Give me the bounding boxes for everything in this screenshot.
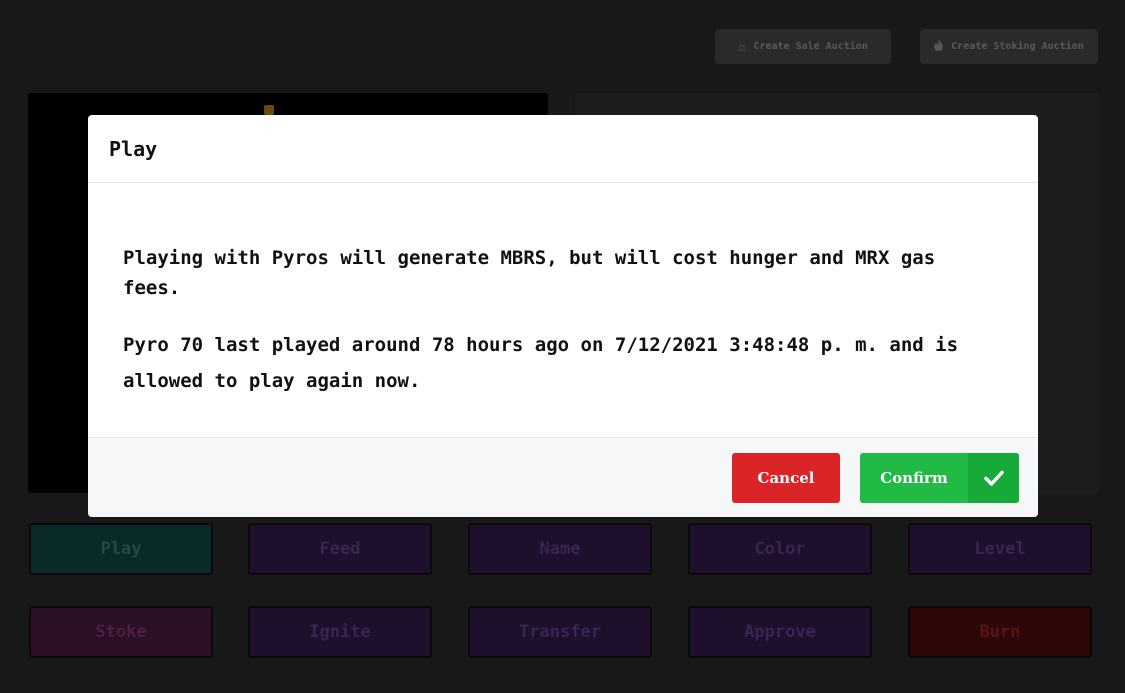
last-played-info: Pyro 70 last played around 78 hours ago … [123, 334, 959, 392]
play-modal: Play Playing with Pyros will generate MB… [88, 115, 1038, 517]
checkmark-icon [968, 453, 1019, 503]
confirm-label: Confirm [880, 469, 948, 487]
play-description: Playing with Pyros will generate MBRS, b… [123, 247, 936, 299]
cancel-button[interactable]: Cancel [732, 453, 840, 503]
modal-content: Playing with Pyros will generate MBRS, b… [88, 183, 1038, 437]
modal-title: Play [88, 115, 1038, 183]
modal-actions: Cancel Confirm [88, 437, 1038, 517]
confirm-button[interactable]: Confirm [860, 453, 1019, 503]
